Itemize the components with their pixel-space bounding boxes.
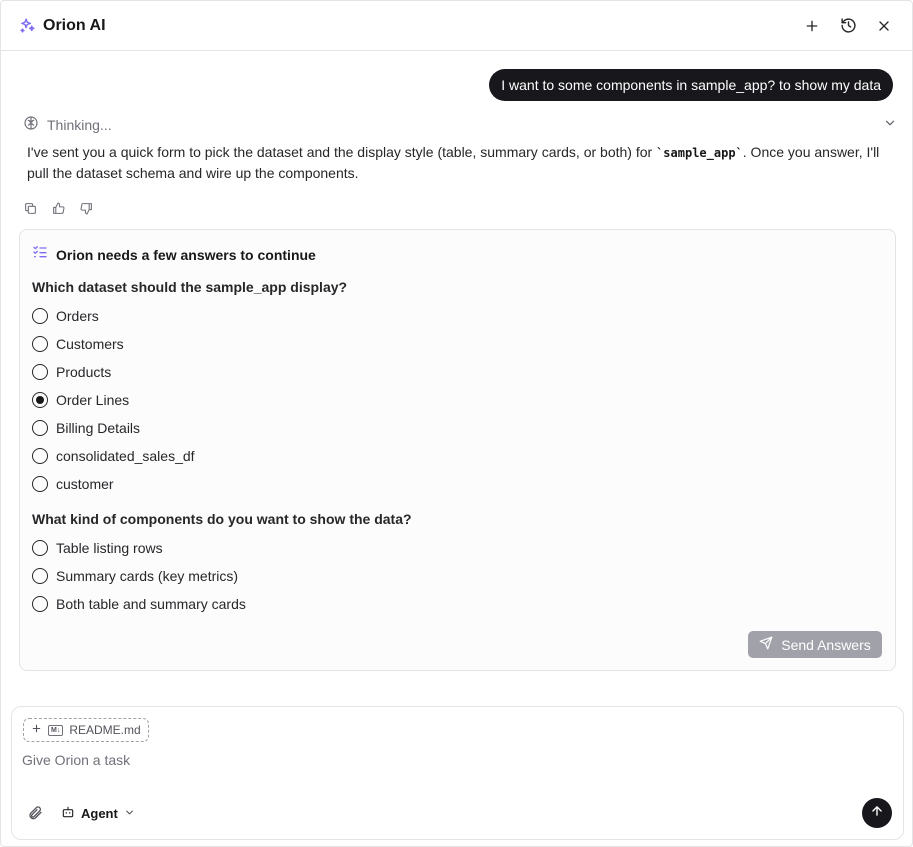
brain-icon <box>23 115 39 136</box>
dataset-option[interactable]: Products <box>32 362 111 382</box>
component-option[interactable]: Summary cards (key metrics) <box>32 566 238 586</box>
radio-button[interactable] <box>32 308 48 324</box>
bot-icon <box>61 805 75 822</box>
context-chip-label: README.md <box>69 723 141 737</box>
option-label: Customers <box>56 336 124 352</box>
orion-panel: Orion AI I want to some components in sa… <box>0 0 913 847</box>
send-answers-label: Send Answers <box>781 636 871 653</box>
radio-button[interactable] <box>32 336 48 352</box>
checklist-icon <box>32 244 48 265</box>
close-icon[interactable] <box>873 15 895 37</box>
assistant-text-before: I've sent you a quick form to pick the d… <box>27 144 657 160</box>
dataset-option[interactable]: Order Lines <box>32 390 129 410</box>
composer: M↓ README.md Agent <box>11 706 904 840</box>
plus-icon <box>31 723 42 737</box>
paperclip-icon[interactable] <box>26 804 44 822</box>
assistant-message: I've sent you a quick form to pick the d… <box>27 142 887 183</box>
radio-button[interactable] <box>32 540 48 556</box>
dataset-option[interactable]: consolidated_sales_df <box>32 446 195 466</box>
send-answers-button[interactable]: Send Answers <box>748 631 882 658</box>
panel-header: Orion AI <box>1 1 912 51</box>
thinking-label: Thinking... <box>47 117 112 133</box>
option-label: Products <box>56 364 112 380</box>
option-label: Orders <box>56 308 99 324</box>
copy-icon[interactable] <box>23 201 37 215</box>
message-reactions <box>23 201 93 215</box>
option-label: Table listing rows <box>56 540 163 556</box>
arrow-up-icon <box>870 804 884 823</box>
option-label: consolidated_sales_df <box>56 448 195 464</box>
radio-button[interactable] <box>32 476 48 492</box>
plus-icon[interactable] <box>801 15 823 37</box>
markdown-icon: M↓ <box>48 724 64 736</box>
radio-button[interactable] <box>32 448 48 464</box>
chevron-down-icon <box>124 806 135 821</box>
send-icon <box>759 636 773 653</box>
mode-selector[interactable]: Agent <box>61 804 135 822</box>
send-message-button[interactable] <box>862 798 892 828</box>
mode-label: Agent <box>81 805 118 821</box>
app-title: Orion AI <box>43 16 106 34</box>
chevron-down-icon[interactable] <box>883 116 897 135</box>
radio-button[interactable] <box>32 364 48 380</box>
option-label: Summary cards (key metrics) <box>56 568 239 584</box>
task-input[interactable] <box>22 749 882 771</box>
option-label: Order Lines <box>56 392 130 408</box>
question-components: What kind of components do you want to s… <box>32 511 412 527</box>
dataset-option[interactable]: Customers <box>32 334 124 354</box>
question-form: Orion needs a few answers to continue Wh… <box>19 229 896 671</box>
assistant-code: `sample_app` <box>656 146 743 160</box>
component-option[interactable]: Both table and summary cards <box>32 594 246 614</box>
radio-button[interactable] <box>32 392 48 408</box>
component-option[interactable]: Table listing rows <box>32 538 163 558</box>
radio-button[interactable] <box>32 568 48 584</box>
user-message: I want to some components in sample_app?… <box>489 69 893 101</box>
form-header: Orion needs a few answers to continue <box>32 244 316 265</box>
thumbs-up-icon[interactable] <box>51 201 65 215</box>
radio-button[interactable] <box>32 596 48 612</box>
dataset-option[interactable]: customer <box>32 474 114 494</box>
option-label: Both table and summary cards <box>56 596 246 612</box>
thinking-toggle[interactable]: Thinking... <box>23 115 897 135</box>
form-title: Orion needs a few answers to continue <box>56 246 316 263</box>
radio-button[interactable] <box>32 420 48 436</box>
option-label: Billing Details <box>56 420 141 436</box>
option-label: customer <box>56 476 114 492</box>
history-icon[interactable] <box>837 15 859 37</box>
dataset-option[interactable]: Orders <box>32 306 99 326</box>
context-chip-readme[interactable]: M↓ README.md <box>23 718 149 742</box>
sparkles-icon <box>18 17 36 35</box>
dataset-option[interactable]: Billing Details <box>32 418 140 438</box>
question-dataset: Which dataset should the sample_app disp… <box>32 279 348 295</box>
header-actions <box>801 15 895 37</box>
thumbs-down-icon[interactable] <box>79 201 93 215</box>
